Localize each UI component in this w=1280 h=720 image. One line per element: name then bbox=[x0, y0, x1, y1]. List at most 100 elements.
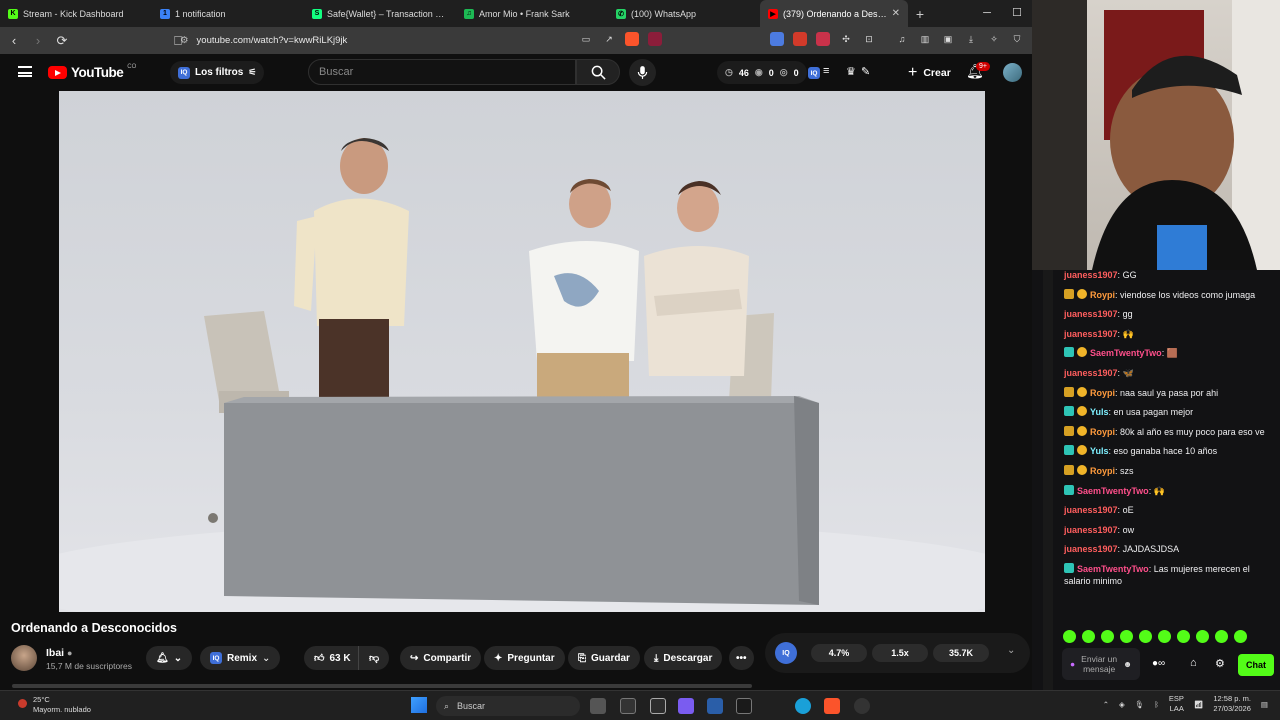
download-button[interactable]: ⤓ Descargar bbox=[644, 646, 723, 670]
chat-username[interactable]: Roypi bbox=[1090, 466, 1115, 476]
cast-icon[interactable]: ▭ bbox=[579, 32, 593, 46]
more-actions-button[interactable]: ••• bbox=[729, 646, 754, 670]
obs-icon[interactable] bbox=[854, 698, 870, 714]
account-avatar[interactable] bbox=[1003, 63, 1022, 82]
edge-icon[interactable] bbox=[795, 698, 811, 714]
terminal-icon[interactable] bbox=[736, 698, 752, 714]
brave-rewards-icon[interactable] bbox=[648, 32, 662, 46]
chat-username[interactable]: Yuls bbox=[1090, 446, 1109, 456]
brave-shield-icon[interactable] bbox=[625, 32, 639, 46]
video-frame[interactable] bbox=[59, 91, 985, 612]
chat-input[interactable]: ● Enviar un mensaje ☻ bbox=[1062, 648, 1140, 680]
subscribe-bell-button[interactable]: 🔔︎ ⌄ bbox=[146, 646, 193, 670]
chat-send-button[interactable]: Chat bbox=[1238, 654, 1274, 676]
browser-tab[interactable]: 1 1 notification bbox=[152, 0, 304, 27]
network-icon[interactable]: ◈ bbox=[1119, 700, 1125, 709]
emote-icon[interactable] bbox=[1234, 630, 1247, 643]
search-input[interactable]: Buscar bbox=[308, 59, 576, 85]
emote-icon[interactable] bbox=[1120, 630, 1133, 643]
minimize-button[interactable]: ─ bbox=[972, 0, 1002, 27]
chat-username[interactable]: juaness1907 bbox=[1064, 544, 1118, 554]
emote-icon[interactable] bbox=[1139, 630, 1152, 643]
wifi-icon[interactable]: 📶︎ bbox=[1194, 700, 1204, 709]
extension-red-icon[interactable] bbox=[793, 32, 807, 46]
chat-username[interactable]: SaemTwentyTwo bbox=[1077, 486, 1149, 496]
windows-start-icon[interactable] bbox=[411, 697, 427, 713]
voice-search-button[interactable] bbox=[629, 59, 656, 86]
settings-gear-icon[interactable]: ⚙ bbox=[1215, 657, 1225, 670]
back-icon[interactable]: ‹ bbox=[4, 33, 24, 48]
emote-bar[interactable] bbox=[1063, 630, 1247, 643]
chat-username[interactable]: juaness1907 bbox=[1064, 525, 1118, 535]
screenshot-icon[interactable]: ⊡ bbox=[862, 32, 876, 46]
puzzle-icon[interactable]: ✣ bbox=[839, 32, 853, 46]
chat-username[interactable]: juaness1907 bbox=[1064, 329, 1118, 339]
clock[interactable]: 12:58 p. m. 27/03/2026 bbox=[1213, 694, 1251, 714]
app-icon-3[interactable] bbox=[678, 698, 694, 714]
menu-icon[interactable] bbox=[18, 66, 32, 77]
app-icon-2[interactable] bbox=[650, 698, 666, 714]
trophy-icon[interactable]: ♛ bbox=[846, 65, 856, 78]
emote-icon[interactable] bbox=[1082, 630, 1095, 643]
channel-name-row[interactable]: Ibai ● bbox=[46, 647, 72, 659]
wallet-icon[interactable]: ▣ bbox=[941, 32, 955, 46]
close-tab-icon[interactable]: ✕ bbox=[892, 8, 900, 19]
forward-icon[interactable]: › bbox=[28, 33, 48, 48]
bluetooth-icon[interactable]: ᛒ bbox=[1154, 700, 1159, 709]
taskbar-search[interactable]: ⌕ Buscar bbox=[436, 696, 580, 716]
create-button[interactable]: + Crear bbox=[896, 61, 963, 84]
like-button[interactable]: 👍︎ 63 K bbox=[304, 646, 359, 670]
mic-icon[interactable]: ● bbox=[1070, 659, 1075, 669]
emote-icon[interactable] bbox=[1101, 630, 1114, 643]
browser-tab[interactable]: ✆ (100) WhatsApp bbox=[608, 0, 760, 27]
stats-pill[interactable]: ◷ 46 ◉ 0 ◎ 0 bbox=[717, 61, 807, 84]
chat-username[interactable]: SaemTwentyTwo bbox=[1090, 348, 1162, 358]
chat-username[interactable]: juaness1907 bbox=[1064, 368, 1118, 378]
download-icon[interactable]: ⤓ bbox=[964, 32, 978, 46]
translate-icon[interactable] bbox=[770, 32, 784, 46]
emote-icon[interactable] bbox=[1215, 630, 1228, 643]
mic-tray-icon[interactable]: 🎙︎ bbox=[1135, 700, 1145, 709]
emote-icon[interactable] bbox=[1063, 630, 1076, 643]
chat-username[interactable]: juaness1907 bbox=[1064, 309, 1118, 319]
brave-icon[interactable] bbox=[824, 698, 840, 714]
search-button[interactable] bbox=[576, 59, 620, 85]
channel-avatar[interactable] bbox=[11, 645, 37, 671]
app-icon-4[interactable] bbox=[707, 698, 723, 714]
save-button[interactable]: ⎘ Guardar bbox=[568, 646, 640, 670]
emote-icon[interactable] bbox=[1196, 630, 1209, 643]
iq-logo-icon[interactable]: IQ bbox=[775, 642, 797, 664]
youtube-logo[interactable]: YouTube CO bbox=[48, 64, 136, 80]
media-icon[interactable]: ♫ bbox=[895, 32, 909, 46]
site-settings-icon[interactable]: ⚙ bbox=[180, 35, 189, 46]
browser-tab[interactable]: S Safe{Wallet} – Transaction queue bbox=[304, 0, 456, 27]
notification-center-icon[interactable]: ▤ bbox=[1261, 700, 1268, 709]
iq-toolbar-icon[interactable]: IQ bbox=[808, 67, 820, 79]
edit-icon[interactable]: ✎ bbox=[861, 65, 870, 78]
maximize-button[interactable]: ☐ bbox=[1002, 0, 1032, 27]
ai-icon[interactable]: ✧ bbox=[987, 32, 1001, 46]
chat-username[interactable]: Roypi bbox=[1090, 427, 1115, 437]
video-player[interactable] bbox=[0, 91, 1032, 612]
vpn-shield-icon[interactable]: ⛉ bbox=[1010, 32, 1024, 46]
channel-name[interactable]: Ibai bbox=[46, 647, 64, 659]
ask-button[interactable]: ✦ Preguntar bbox=[484, 646, 565, 670]
share-icon[interactable]: ↗ bbox=[602, 32, 616, 46]
chat-username[interactable]: Roypi bbox=[1090, 290, 1115, 300]
points-icon[interactable]: ●∞ bbox=[1152, 658, 1165, 669]
share-button[interactable]: ↪ Compartir bbox=[400, 646, 482, 670]
filters-button[interactable]: IQ Los filtros ⚟ bbox=[170, 61, 265, 84]
chat-username[interactable]: Roypi bbox=[1090, 388, 1115, 398]
chat-username[interactable]: juaness1907 bbox=[1064, 505, 1118, 515]
emote-icon[interactable] bbox=[1158, 630, 1171, 643]
weather-widget[interactable]: 25°C Mayorm. nublado bbox=[18, 695, 91, 715]
chat-username[interactable]: SaemTwentyTwo bbox=[1077, 564, 1149, 574]
list-icon[interactable]: ≡ bbox=[823, 65, 829, 77]
tray-chevron-icon[interactable]: ⌃ bbox=[1103, 700, 1109, 709]
chat-username[interactable]: Yuls bbox=[1090, 407, 1109, 417]
extension-m-icon[interactable] bbox=[816, 32, 830, 46]
chevron-down-icon[interactable]: ⌄ bbox=[1007, 645, 1015, 656]
chat-username[interactable]: juaness1907 bbox=[1064, 270, 1118, 280]
emote-icon[interactable] bbox=[1177, 630, 1190, 643]
task-view-icon[interactable] bbox=[590, 698, 606, 714]
